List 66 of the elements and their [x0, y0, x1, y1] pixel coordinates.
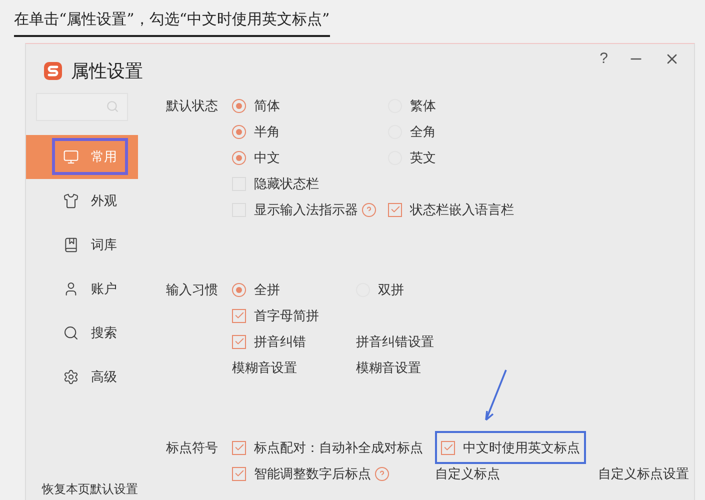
logo-icon [43, 61, 63, 81]
settings-link[interactable]: 自定义标点 [435, 464, 500, 484]
shirt-icon [63, 192, 79, 208]
settings-link[interactable]: 拼音纠错设置 [356, 332, 434, 352]
checkbox[interactable] [232, 466, 246, 480]
checkbox[interactable] [388, 202, 402, 216]
sidebar-label: 词库 [91, 236, 117, 254]
settings-link[interactable]: 自定义标点设置 [598, 464, 689, 484]
checkbox-label: 首字母简拼 [254, 306, 319, 325]
help-button[interactable]: ? [600, 48, 608, 70]
checkbox[interactable] [441, 440, 455, 454]
section-label: 标点符号 [166, 438, 219, 456]
settings-link[interactable]: 模糊音设置 [356, 358, 421, 378]
help-icon[interactable] [375, 466, 389, 480]
check-icon [234, 442, 244, 453]
sidebar-label: 常用 [91, 148, 117, 166]
radio-label: 中文 [254, 148, 280, 167]
checkbox-label: 智能调整数字后标点 [254, 464, 371, 483]
help-icon[interactable] [362, 202, 376, 216]
checkbox-label: 拼音纠错 [254, 332, 306, 351]
checkbox-label: 中文时使用英文标点 [463, 438, 580, 457]
radio-label: 全角 [410, 122, 436, 141]
restore-defaults-link[interactable]: 恢复本页默认设置 [42, 480, 138, 498]
sidebar-item[interactable]: 高级 [26, 354, 138, 398]
radio-label: 简体 [254, 96, 280, 115]
check-icon [442, 442, 454, 453]
check-icon [390, 204, 400, 215]
radio-label: 双拼 [378, 280, 404, 299]
check-icon [234, 336, 244, 347]
checkbox-label: 隐藏状态栏 [254, 174, 319, 193]
check-icon [234, 468, 244, 479]
sidebar-label: 高级 [91, 368, 117, 386]
radio-button[interactable] [232, 150, 246, 164]
search-field[interactable] [36, 92, 128, 120]
book-icon [63, 236, 79, 252]
checkbox[interactable] [232, 440, 246, 454]
section-label: 输入习惯 [166, 280, 219, 298]
radio-button[interactable] [232, 282, 246, 296]
radio-button[interactable] [232, 124, 246, 138]
radio-label: 繁体 [410, 96, 436, 115]
sidebar-label: 外观 [91, 192, 117, 210]
radio-label: 半角 [254, 122, 280, 141]
checkbox[interactable] [232, 334, 246, 348]
sidebar-label: 账户 [91, 280, 117, 298]
checkbox[interactable] [232, 308, 246, 322]
caption-text: 在单击“属性设置”，勾选“中文时使用英文标点” [14, 8, 330, 36]
sidebar-item[interactable]: 词库 [26, 222, 138, 266]
sidebar-label: 搜索 [91, 324, 117, 342]
check-icon [234, 310, 244, 321]
radio-button[interactable] [232, 98, 246, 112]
user-icon [63, 280, 79, 296]
sidebar-item[interactable]: 外观 [26, 178, 138, 222]
checkbox-label: 显示输入法指示器 [254, 200, 358, 219]
checkbox-label: 标点配对：自动补全成对标点 [254, 438, 423, 457]
section-label: 默认状态 [166, 96, 219, 114]
monitor-icon [63, 148, 79, 164]
gear-icon [63, 368, 79, 384]
sidebar-item[interactable]: 搜索 [26, 310, 138, 354]
search-icon [63, 324, 79, 340]
sidebar-item[interactable]: 账户 [26, 266, 138, 310]
radio-label: 全拼 [254, 280, 280, 299]
checkbox-label: 状态栏嵌入语言栏 [410, 200, 514, 219]
radio-label: 英文 [410, 148, 436, 167]
window-title: 属性设置 [71, 60, 143, 82]
search-icon [106, 100, 119, 113]
settings-link[interactable]: 模糊音设置 [232, 358, 297, 378]
